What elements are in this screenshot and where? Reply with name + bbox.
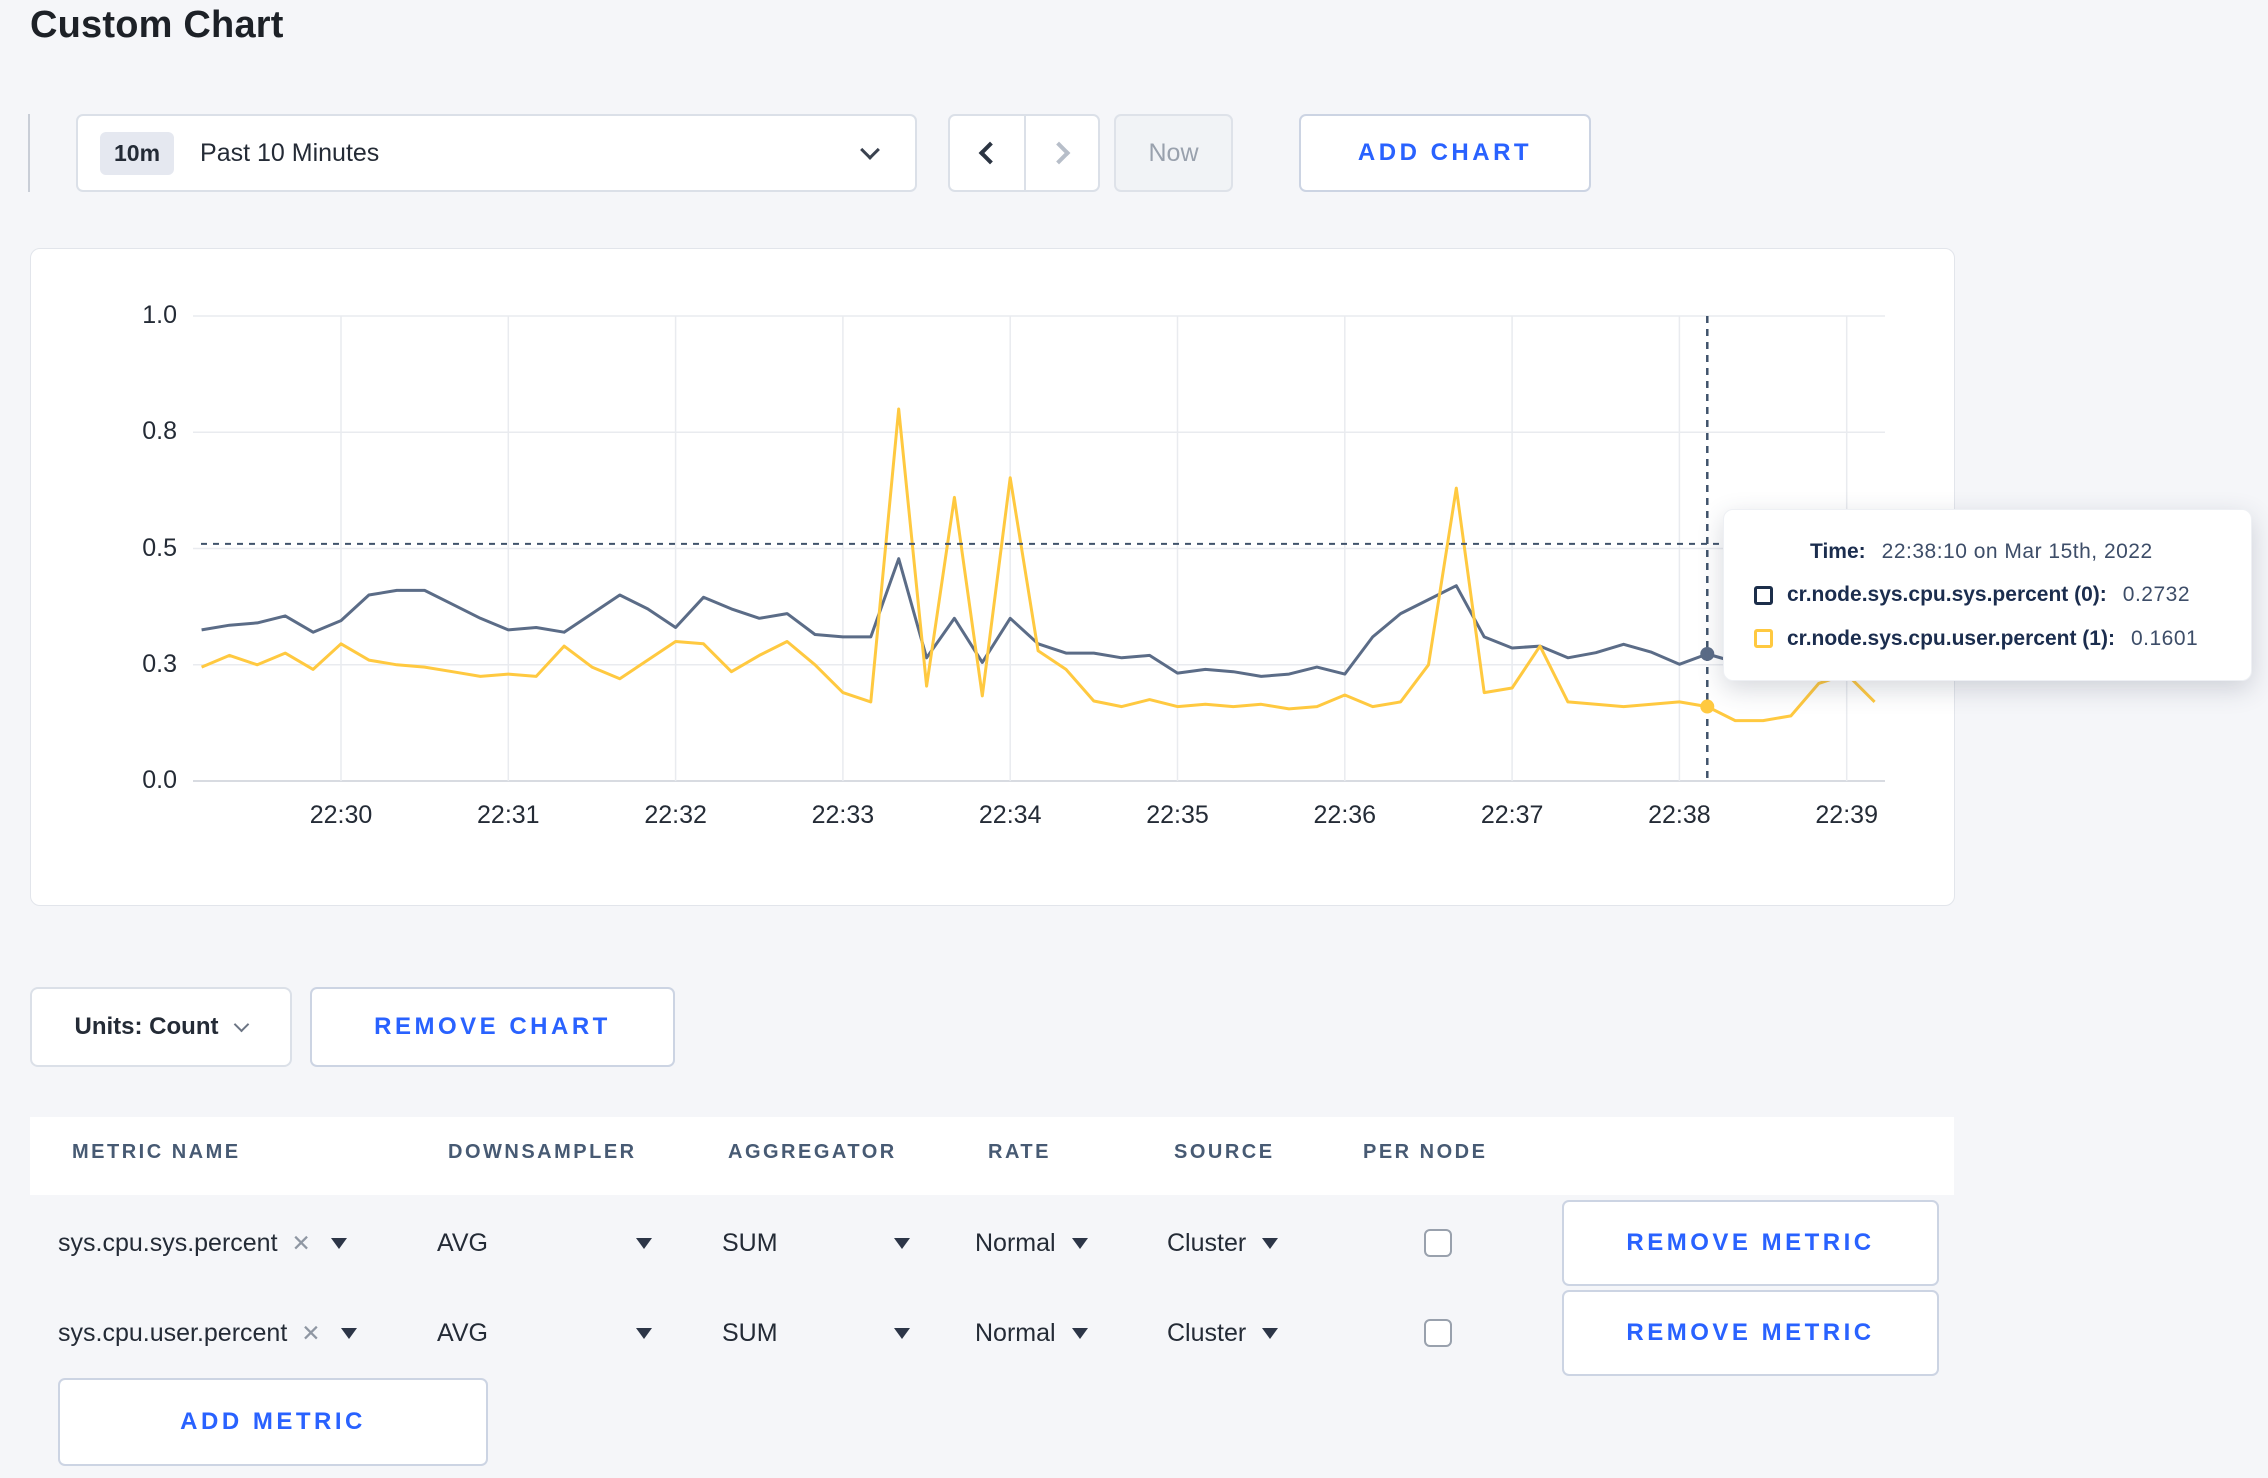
downsampler-value: AVG — [437, 1318, 488, 1347]
dropdown-arrow-icon — [1262, 1237, 1279, 1249]
units-dropdown[interactable]: Units: Count — [30, 987, 292, 1067]
remove-metric-button[interactable]: REMOVE METRIC — [1562, 1290, 1939, 1376]
time-range-badge: 10m — [100, 131, 175, 175]
tooltip-series-value: 0.1601 — [2130, 626, 2199, 650]
rate-dropdown[interactable]: Normal — [975, 1199, 1088, 1287]
time-forward-button[interactable] — [1024, 116, 1098, 190]
tooltip-time-row: Time: 22:38:10 on Mar 15th, 2022 — [1754, 540, 2251, 564]
series-line-1 — [201, 407, 1876, 723]
add-metric-button[interactable]: ADD METRIC — [58, 1378, 488, 1466]
time-pager — [948, 114, 1100, 192]
metric-name-dropdown[interactable]: sys.cpu.user.percent ✕ — [58, 1289, 357, 1377]
col-header-aggregator: AGGREGATOR — [728, 1141, 897, 1163]
col-header-per-node: PER NODE — [1363, 1141, 1488, 1163]
y-tick-label: 1.0 — [142, 301, 177, 329]
col-header-source: SOURCE — [1174, 1141, 1275, 1163]
x-tick-label: 22:34 — [978, 801, 1042, 829]
metric-name-value: sys.cpu.sys.percent — [58, 1228, 278, 1257]
per-node-checkbox[interactable] — [1424, 1319, 1452, 1347]
dropdown-arrow-icon — [894, 1327, 910, 1339]
hover-point-0 — [1700, 646, 1715, 661]
rate-dropdown[interactable]: Normal — [975, 1289, 1088, 1377]
dropdown-arrow-icon — [1071, 1327, 1088, 1339]
x-tick-label: 22:30 — [309, 801, 373, 829]
x-tick-label: 22:39 — [1815, 801, 1878, 829]
series-line-0 — [201, 557, 1875, 678]
clear-metric-icon[interactable]: ✕ — [301, 1320, 320, 1347]
chevron-down-icon — [234, 1016, 250, 1032]
tooltip-series-row: cr.node.sys.cpu.sys.percent (0): 0.2732 — [1754, 583, 2251, 607]
tooltip-series-value: 0.2732 — [2122, 583, 2191, 606]
x-tick-label: 22:38 — [1648, 801, 1711, 829]
downsampler-dropdown[interactable]: AVG — [437, 1289, 652, 1377]
downsampler-value: AVG — [437, 1228, 488, 1257]
per-node-checkbox[interactable] — [1424, 1229, 1452, 1257]
chart-hover-tooltip: Time: 22:38:10 on Mar 15th, 2022 cr.node… — [1723, 509, 2252, 681]
aggregator-dropdown[interactable]: SUM — [722, 1289, 910, 1377]
dropdown-arrow-icon — [636, 1327, 652, 1339]
series-swatch-icon — [1754, 629, 1773, 648]
page-title: Custom Chart — [30, 4, 284, 46]
table-row: sys.cpu.user.percent ✕ AVG SUM Normal Cl… — [0, 1289, 2268, 1377]
x-tick-label: 22:37 — [1480, 801, 1544, 829]
series-swatch-icon — [1754, 585, 1773, 605]
dropdown-arrow-icon — [1071, 1237, 1088, 1249]
tooltip-time-value: 22:38:10 on Mar 15th, 2022 — [1881, 539, 2153, 563]
dropdown-arrow-icon — [1262, 1327, 1279, 1339]
remove-chart-button[interactable]: REMOVE CHART — [310, 987, 675, 1067]
now-button[interactable]: Now — [1114, 114, 1233, 192]
aggregator-dropdown[interactable]: SUM — [722, 1199, 910, 1287]
source-value: Cluster — [1167, 1228, 1247, 1257]
dropdown-arrow-icon — [636, 1237, 652, 1249]
hover-point-1 — [1700, 699, 1715, 714]
source-value: Cluster — [1167, 1318, 1247, 1347]
col-header-downsampler: DOWNSAMPLER — [448, 1141, 637, 1163]
remove-metric-button[interactable]: REMOVE METRIC — [1562, 1200, 1939, 1286]
controls-left-divider — [28, 114, 30, 192]
y-tick-label: 0.8 — [142, 417, 177, 446]
time-back-button[interactable] — [950, 116, 1024, 190]
metric-name-value: sys.cpu.user.percent — [58, 1318, 288, 1347]
dropdown-arrow-icon — [340, 1327, 357, 1339]
time-range-dropdown[interactable]: 10m Past 10 Minutes — [76, 114, 917, 192]
source-dropdown[interactable]: Cluster — [1167, 1289, 1279, 1377]
downsampler-dropdown[interactable]: AVG — [437, 1199, 652, 1287]
add-chart-button[interactable]: ADD CHART — [1299, 114, 1591, 192]
x-tick-label: 22:35 — [1146, 801, 1209, 829]
dropdown-arrow-icon — [330, 1237, 347, 1249]
x-tick-label: 22:36 — [1313, 801, 1377, 829]
x-tick-label: 22:32 — [644, 801, 707, 829]
chevron-down-icon — [860, 140, 880, 160]
chevron-right-icon — [1047, 141, 1071, 165]
col-header-rate: RATE — [988, 1141, 1051, 1163]
metrics-table-header: METRIC NAME DOWNSAMPLER AGGREGATOR RATE … — [30, 1117, 1954, 1195]
aggregator-value: SUM — [722, 1228, 778, 1257]
y-tick-label: 0.0 — [142, 766, 177, 794]
clear-metric-icon[interactable]: ✕ — [292, 1230, 311, 1257]
time-range-label: Past 10 Minutes — [200, 138, 380, 167]
rate-value: Normal — [975, 1318, 1056, 1347]
rate-value: Normal — [975, 1228, 1056, 1257]
x-tick-label: 22:33 — [811, 801, 875, 829]
chart-card[interactable]: 0.0 0.3 0.5 0.8 1.0 22:30 22:31 22:32 22:33 22:3… — [30, 248, 1955, 906]
units-label: Units: Count — [74, 1013, 219, 1040]
tooltip-series-label: cr.node.sys.cpu.user.percent (1): — [1787, 626, 2115, 650]
col-header-metric-name: METRIC NAME — [72, 1141, 241, 1163]
tooltip-series-row: cr.node.sys.cpu.user.percent (1): 0.1601 — [1754, 627, 2251, 651]
source-dropdown[interactable]: Cluster — [1167, 1199, 1279, 1287]
y-tick-label: 0.3 — [142, 649, 177, 678]
dropdown-arrow-icon — [894, 1237, 910, 1249]
tooltip-series-label: cr.node.sys.cpu.sys.percent (0): — [1787, 583, 2107, 606]
table-row: sys.cpu.sys.percent ✕ AVG SUM Normal Clu… — [0, 1199, 2268, 1287]
tooltip-time-label: Time: — [1810, 539, 1866, 563]
metric-name-dropdown[interactable]: sys.cpu.sys.percent ✕ — [58, 1199, 347, 1287]
y-tick-label: 0.5 — [142, 533, 177, 562]
aggregator-value: SUM — [722, 1318, 778, 1347]
chevron-left-icon — [978, 141, 1002, 165]
x-tick-label: 22:31 — [477, 801, 540, 829]
